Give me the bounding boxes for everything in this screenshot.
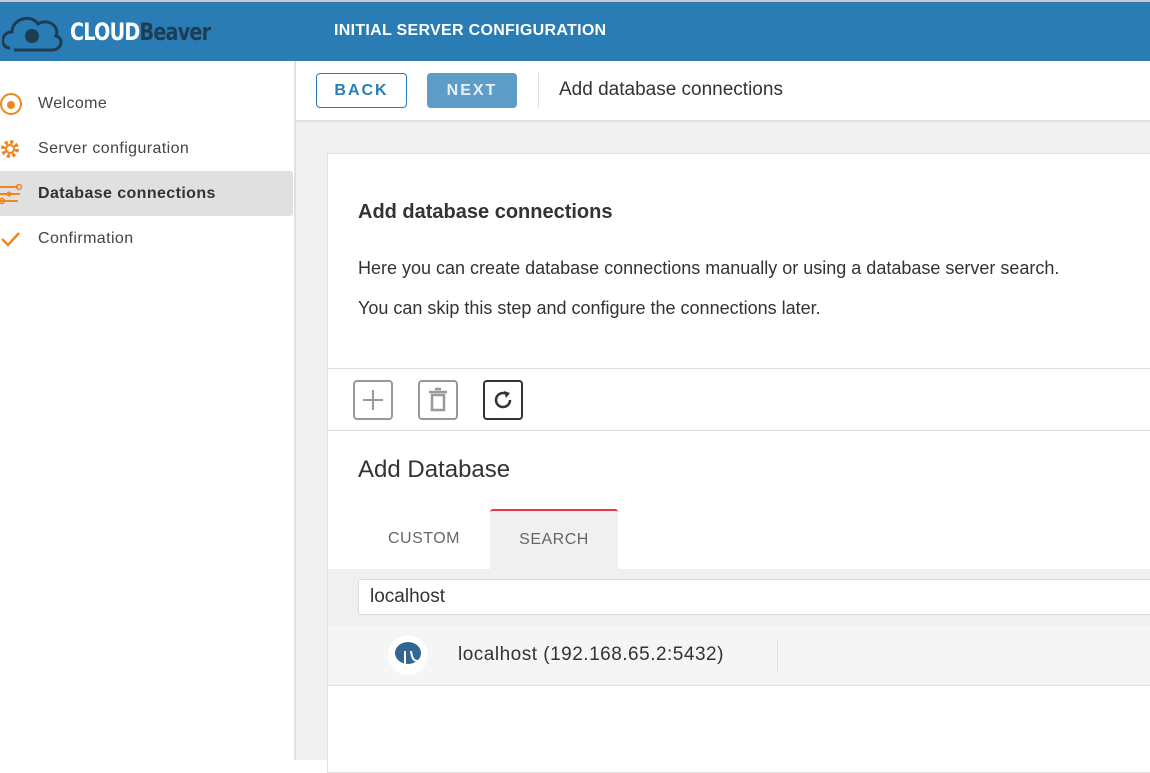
- search-panel: [328, 569, 1150, 625]
- connections-card: Add database connections Here you can cr…: [327, 153, 1150, 773]
- card-description: Here you can create database connections…: [358, 258, 1060, 278]
- result-row[interactable]: localhost (192.168.65.2:5432): [328, 625, 1150, 686]
- divider: [328, 368, 1150, 369]
- postgresql-icon: [388, 635, 428, 675]
- sidebar-item-label: Welcome: [38, 94, 108, 112]
- sidebar-item-welcome[interactable]: Welcome: [0, 81, 293, 126]
- wizard-toolbar: BACK NEXT Add database connections: [296, 61, 1150, 122]
- check-icon: [0, 227, 38, 251]
- delete-button[interactable]: [418, 380, 458, 420]
- beaver-icon: [0, 92, 38, 116]
- tab-custom[interactable]: CUSTOM: [358, 509, 490, 569]
- logo-text-beaver: Beaver: [139, 18, 212, 46]
- refresh-icon: [494, 391, 512, 409]
- tab-search[interactable]: SEARCH: [490, 509, 618, 569]
- logo-text-cloud: CLOUD: [70, 18, 140, 46]
- sidebar-item-server-configuration[interactable]: Server configuration: [0, 126, 293, 171]
- divider: [538, 73, 539, 108]
- app-header: CLOUDBeaver INITIAL SERVER CONFIGURATION: [0, 0, 1150, 61]
- card-hint: You can skip this step and configure the…: [358, 298, 821, 318]
- refresh-button[interactable]: [483, 380, 523, 420]
- next-button[interactable]: NEXT: [427, 73, 517, 108]
- divider: [777, 641, 778, 671]
- gear-icon: [0, 137, 38, 161]
- search-input[interactable]: [358, 579, 1150, 615]
- sidebar-item-label: Server configuration: [38, 139, 190, 157]
- plus-icon: [363, 390, 383, 410]
- divider: [328, 430, 1150, 431]
- page-title: INITIAL SERVER CONFIGURATION: [334, 22, 607, 39]
- card-title: Add database connections: [358, 201, 613, 223]
- sidebar-item-label: Database connections: [38, 184, 216, 202]
- add-database-title: Add Database: [358, 456, 511, 483]
- sidebar-item-confirmation[interactable]: Confirmation: [0, 216, 293, 261]
- cloudbeaver-logo-icon: [2, 16, 63, 52]
- step-title: Add database connections: [559, 79, 783, 100]
- connections-icon: [0, 182, 38, 206]
- add-button[interactable]: [353, 380, 393, 420]
- sidebar-item-database-connections[interactable]: Database connections: [0, 171, 293, 216]
- result-label: localhost (192.168.65.2:5432): [458, 644, 724, 665]
- cloudbeaver-logo[interactable]: CLOUDBeaver: [2, 10, 245, 54]
- back-button[interactable]: BACK: [316, 73, 407, 108]
- sidebar-item-label: Confirmation: [38, 229, 134, 247]
- sidebar: Welcome Server configuration Database co…: [0, 61, 296, 760]
- trash-icon: [429, 387, 447, 412]
